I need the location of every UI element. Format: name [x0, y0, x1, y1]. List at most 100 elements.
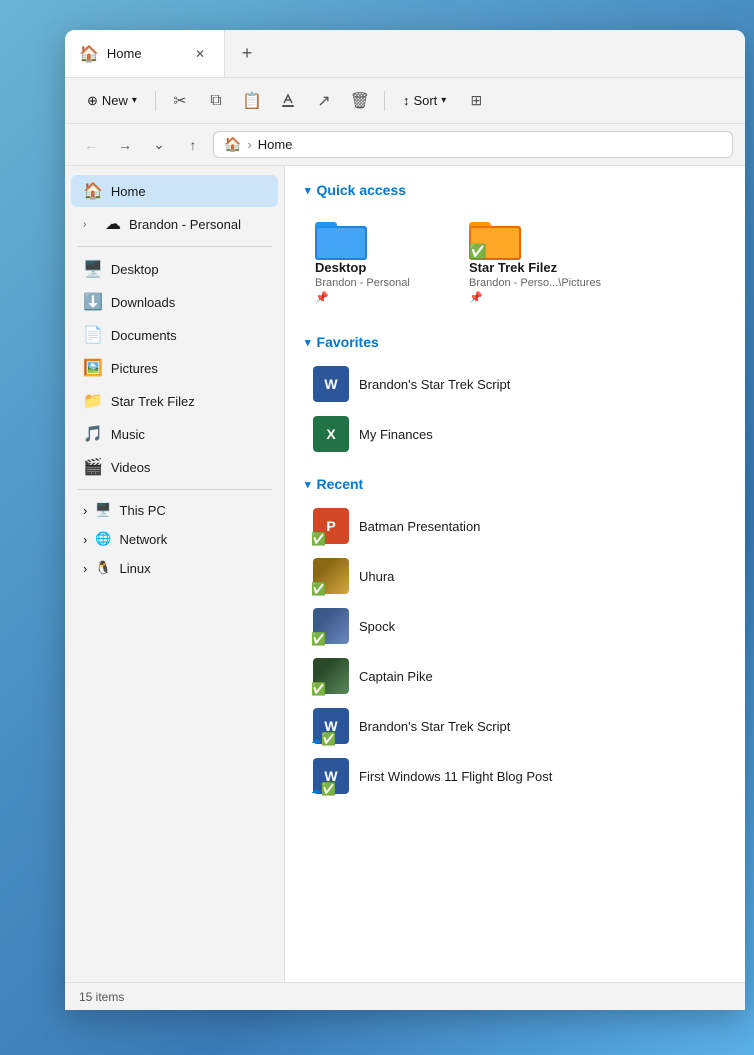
sidebar-videos-label: Videos — [111, 460, 151, 475]
sidebar-item-downloads[interactable]: ⬇️ Downloads 📌 — [71, 286, 278, 318]
rename-button[interactable] — [272, 85, 304, 117]
qa-startrek-pin: 📌 — [469, 291, 483, 304]
network-icon: 🌐 — [95, 531, 111, 547]
sidebar-item-music[interactable]: 🎵 Music — [71, 418, 278, 450]
home-tab-title: Home — [107, 46, 142, 61]
qa-desktop-item[interactable]: Desktop Brandon - Personal 📌 — [305, 208, 445, 314]
qa-startrek-name: Star Trek Filez — [469, 260, 557, 275]
sidebar: 🏠 Home › ☁ Brandon - Personal 🖥️ Desktop… — [65, 166, 285, 982]
blog-icon-wrap: ☁ ✅ W — [313, 758, 349, 794]
qa-desktop-name: Desktop — [315, 260, 366, 275]
recent-blog-name: First Windows 11 Flight Blog Post — [359, 769, 552, 784]
back-button[interactable]: ← — [77, 131, 105, 159]
new-icon: ⊕ — [87, 93, 98, 109]
delete-button[interactable]: 🗑 — [344, 85, 376, 117]
excel-icon-1: X — [313, 416, 349, 452]
share-button[interactable]: ↗ — [308, 85, 340, 117]
sidebar-home-label: Home — [111, 184, 146, 199]
forward-button[interactable]: → — [111, 131, 139, 159]
paste-button[interactable]: 📋 — [236, 85, 268, 117]
sidebar-item-thispc[interactable]: › 🖥️ This PC — [71, 496, 278, 524]
sidebar-item-videos[interactable]: 🎬 Videos — [71, 451, 278, 483]
new-button[interactable]: ⊕ New ▾ — [77, 89, 147, 113]
recent-uhura[interactable]: ✅ Uhura — [305, 552, 725, 600]
script-icon-wrap: ☁ ✅ W — [313, 708, 349, 744]
script-sync-icon: ✅ — [321, 732, 336, 746]
quick-access-grid: Desktop Brandon - Personal 📌 — [305, 208, 725, 314]
recent-batman[interactable]: ✅ P Batman Presentation — [305, 502, 725, 550]
favorites-title: Favorites — [317, 334, 379, 350]
sort-button[interactable]: ↕ Sort ▾ — [393, 89, 456, 112]
home-tab[interactable]: 🏠 Home ✕ — [65, 30, 225, 77]
sidebar-item-network[interactable]: › 🌐 Network — [71, 525, 278, 553]
startrek-folder-icon: 📁 — [83, 391, 103, 411]
pike-sync-icon: ✅ — [311, 682, 326, 696]
title-bar: 🏠 Home ✕ + — [65, 30, 745, 78]
uhura-icon-wrap: ✅ — [313, 558, 349, 594]
sidebar-downloads-label: Downloads — [111, 295, 175, 310]
up-button[interactable]: ↑ — [179, 131, 207, 159]
favorites-chevron: ▾ — [305, 336, 311, 349]
recent-startrek-script[interactable]: ☁ ✅ W Brandon's Star Trek Script — [305, 702, 725, 750]
videos-icon: 🎬 — [83, 457, 103, 477]
sidebar-network-label: Network — [120, 532, 168, 547]
qa-desktop-pin: 📌 — [315, 291, 329, 304]
batman-sync-icon: ✅ — [311, 532, 326, 546]
address-path: Home — [258, 137, 293, 152]
recent-spock-name: Spock — [359, 619, 395, 634]
recent-blog-post[interactable]: ☁ ✅ W First Windows 11 Flight Blog Post — [305, 752, 725, 800]
blog-sync-icon: ✅ — [321, 782, 336, 796]
recent-pike-name: Captain Pike — [359, 669, 433, 684]
quick-access-title: Quick access — [317, 182, 407, 198]
quick-access-header[interactable]: ▾ Quick access — [305, 182, 725, 198]
address-input[interactable]: 🏠 › Home — [213, 131, 733, 158]
uhura-sync-icon: ✅ — [311, 582, 326, 596]
downloads-icon: ⬇️ — [83, 292, 103, 312]
sidebar-documents-label: Documents — [111, 328, 177, 343]
sidebar-item-linux[interactable]: › 🐧 Linux — [71, 554, 278, 582]
sidebar-item-documents[interactable]: 📄 Documents 📌 — [71, 319, 278, 351]
sidebar-item-desktop[interactable]: 🖥️ Desktop 📌 — [71, 253, 278, 285]
pictures-icon: 🖼️ — [83, 358, 103, 378]
desktop-folder-icon — [315, 218, 367, 260]
word-icon-wrap-1: W — [313, 366, 349, 402]
right-panel: ▾ Quick access Desktop Brandon - Persona… — [285, 166, 745, 982]
recent-batman-name: Batman Presentation — [359, 519, 480, 534]
recent-header[interactable]: ▾ Recent — [305, 476, 725, 492]
recent-uhura-name: Uhura — [359, 569, 394, 584]
favorite-finances[interactable]: X My Finances — [305, 410, 725, 458]
onedrive-icon: ☁ — [105, 214, 121, 234]
copy-button[interactable]: ⧉ — [200, 85, 232, 117]
sidebar-linux-label: Linux — [120, 561, 151, 576]
sidebar-thispc-label: This PC — [120, 503, 166, 518]
qa-startrek-item[interactable]: ✅ Star Trek Filez Brandon - Perso...\Pic… — [459, 208, 611, 314]
favorite-startrek-script[interactable]: W Brandon's Star Trek Script — [305, 360, 725, 408]
sidebar-pictures-label: Pictures — [111, 361, 158, 376]
path-separator: › — [247, 137, 251, 152]
sidebar-music-label: Music — [111, 427, 145, 442]
view-options-button[interactable]: ⊞ — [460, 85, 492, 117]
home-tab-icon: 🏠 — [79, 44, 99, 64]
recent-pike[interactable]: ✅ Captain Pike — [305, 652, 725, 700]
qa-startrek-path: Brandon - Perso...\Pictures — [469, 277, 601, 289]
sidebar-item-brandon[interactable]: › ☁ Brandon - Personal — [71, 208, 278, 240]
thispc-icon: 🖥️ — [95, 502, 111, 518]
favorites-header[interactable]: ▾ Favorites — [305, 334, 725, 350]
expand-thispc-icon: › — [83, 503, 87, 518]
spock-icon-wrap: ✅ — [313, 608, 349, 644]
favorites-list: W Brandon's Star Trek Script X My Financ… — [305, 360, 725, 458]
close-tab-button[interactable]: ✕ — [190, 44, 210, 64]
recent-locations-button[interactable]: ⌄ — [145, 131, 173, 159]
new-tab-button[interactable]: + — [229, 36, 265, 72]
recent-spock[interactable]: ✅ Spock — [305, 602, 725, 650]
sidebar-item-pictures[interactable]: 🖼️ Pictures 📌 — [71, 352, 278, 384]
sidebar-startrek-label: Star Trek Filez — [111, 394, 195, 409]
sidebar-item-startrekfilez[interactable]: 📁 Star Trek Filez 📌 — [71, 385, 278, 417]
sidebar-item-home[interactable]: 🏠 Home — [71, 175, 278, 207]
desktop-icon: 🖥️ — [83, 259, 103, 279]
new-dropdown-icon: ▾ — [132, 95, 137, 106]
word-icon-1: W — [313, 366, 349, 402]
excel-icon-wrap-1: X — [313, 416, 349, 452]
recent-script-name: Brandon's Star Trek Script — [359, 719, 510, 734]
cut-button[interactable]: ✂ — [164, 85, 196, 117]
